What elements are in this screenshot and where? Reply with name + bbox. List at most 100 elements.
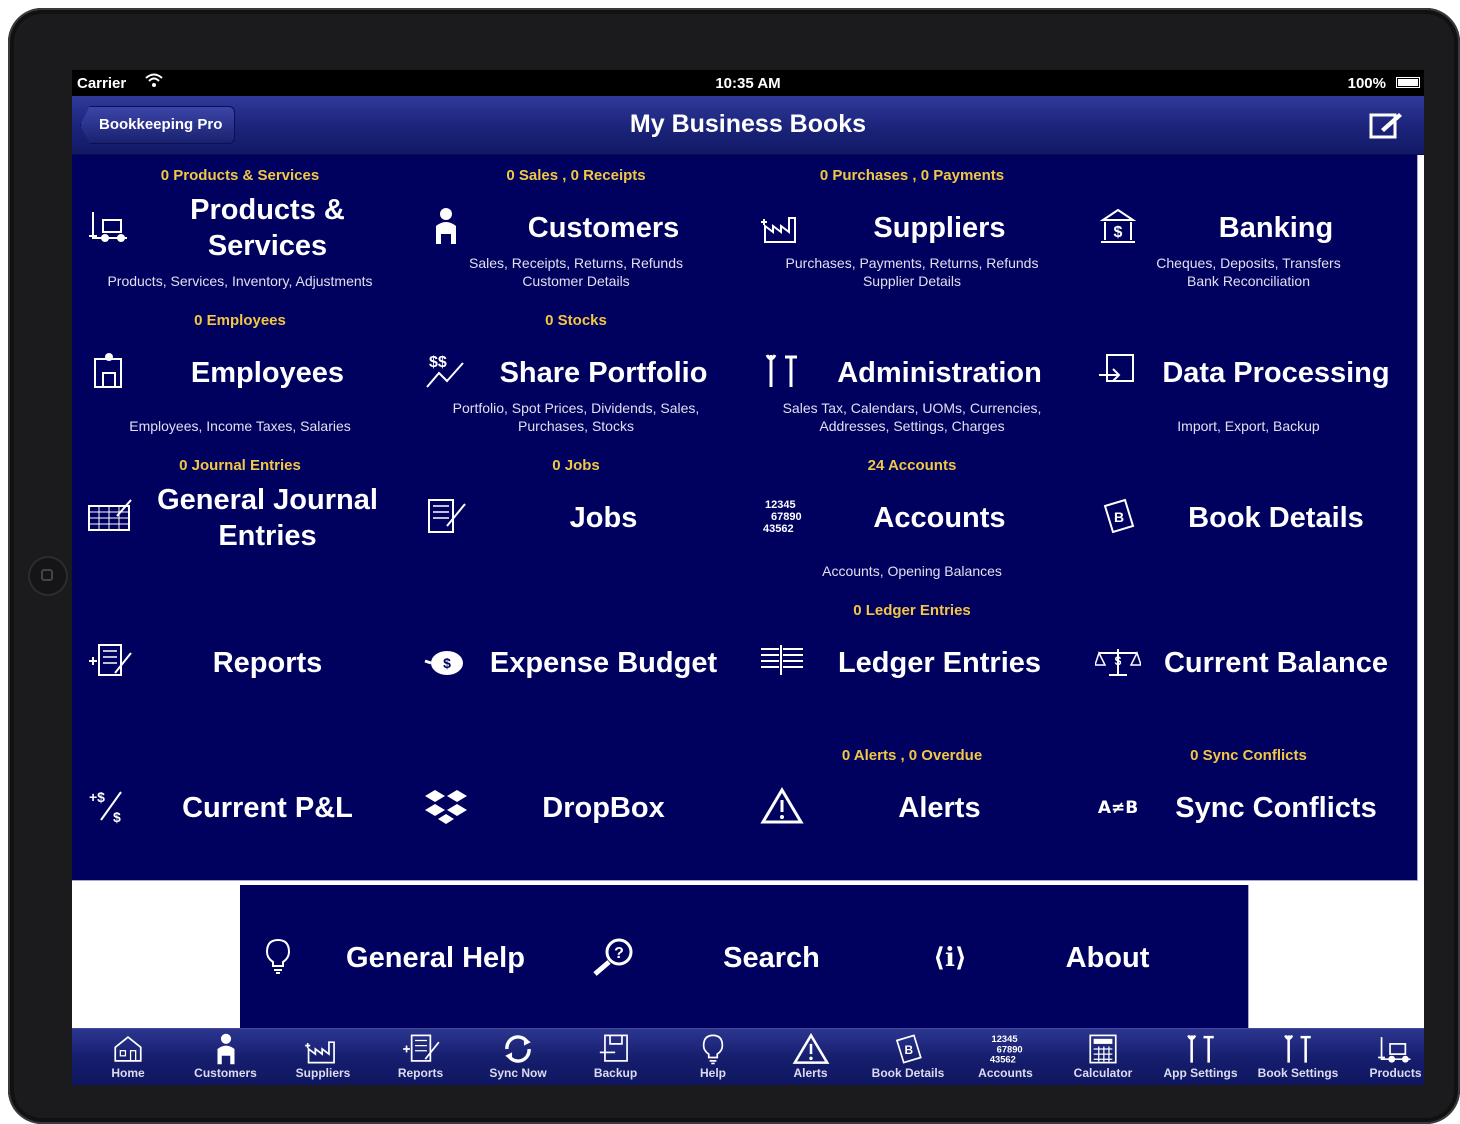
tile-title: Products & Services xyxy=(190,193,345,262)
tile-general-journal[interactable]: 0 Journal Entries General Journal Entries xyxy=(72,445,409,591)
tab-reports[interactable]: Reports xyxy=(373,1029,469,1085)
svg-text:⟨i⟩: ⟨i⟩ xyxy=(933,943,967,973)
tile-current-balance[interactable]: $ Current Balance xyxy=(1080,590,1418,736)
svg-text:43562: 43562 xyxy=(763,523,794,535)
tile-customers[interactable]: 0 Sales , 0 Receipts Customers Sales, Rece… xyxy=(408,155,745,301)
svg-text:+$: +$ xyxy=(89,789,105,805)
tile-dropbox[interactable]: DropBox xyxy=(408,735,745,881)
status-time: 10:35 AM xyxy=(715,75,781,92)
tile-about[interactable]: ⟨i⟩ About xyxy=(912,885,1249,1031)
svg-text:$: $ xyxy=(1114,224,1123,241)
tile-title: About xyxy=(1065,941,1150,974)
calculator-icon xyxy=(1055,1029,1151,1067)
svg-text:B: B xyxy=(1114,509,1124,525)
tile-administration[interactable]: Administration Sales Tax, Calendars, UOMs… xyxy=(744,300,1081,446)
tile-share-portfolio[interactable]: $$ 0 Stocks Share Portfolio Portfolio, Spot… xyxy=(408,300,745,446)
tab-label: Alerts xyxy=(793,1066,828,1080)
tile-title: General Help xyxy=(346,941,525,974)
tile-count: 0 Products & Services xyxy=(160,167,320,184)
tile-accounts[interactable]: 12345 67890 43562 24 Accounts Accounts Accoun… xyxy=(744,445,1081,591)
tab-label: Products xyxy=(1369,1066,1422,1080)
tile-subtitle: Import, Export, Backup xyxy=(1177,418,1320,434)
numbers-icon: 12345 67890 43562 xyxy=(958,1029,1054,1067)
tile-title: Jobs xyxy=(569,501,638,534)
tab-customers[interactable]: Customers xyxy=(178,1029,274,1085)
svg-text:12345: 12345 xyxy=(991,1034,1017,1044)
navigation-bar: Bookkeeping Pro My Business Books xyxy=(72,96,1424,155)
tab-label: Sync Now xyxy=(489,1066,547,1080)
tile-title: Banking xyxy=(1218,211,1334,244)
tile-employees[interactable]: 0 Employees Employees Employees, Income Ta… xyxy=(72,300,409,446)
tab-book-settings[interactable]: Book Settings xyxy=(1250,1029,1346,1085)
tile-title: Sync Conflicts xyxy=(1175,791,1377,824)
tile-data-processing[interactable]: Data Processing Import, Export, Backup xyxy=(1080,300,1418,446)
tile-subtitle: Purchases, Payments, Returns, Refunds Su… xyxy=(785,255,1039,289)
compose-icon[interactable] xyxy=(1368,110,1402,140)
tile-sync-conflicts[interactable]: A≠B 0 Sync Conflicts Sync Conflicts xyxy=(1080,735,1418,881)
tile-jobs[interactable]: 0 Jobs Jobs xyxy=(408,445,745,591)
battery-percent: 100% xyxy=(1347,75,1386,92)
tab-label: Suppliers xyxy=(295,1066,351,1080)
tab-products[interactable]: Products xyxy=(1348,1029,1425,1085)
svg-text:$: $ xyxy=(443,655,451,671)
tile-title: Data Processing xyxy=(1162,356,1390,389)
tile-title: Administration xyxy=(837,356,1042,389)
tab-label: Calculator xyxy=(1073,1066,1133,1080)
forklift-icon xyxy=(1348,1029,1425,1067)
tile-suppliers[interactable]: 0 Purchases , 0 Payments Suppliers Purchas… xyxy=(744,155,1081,301)
tools-icon xyxy=(1153,1029,1249,1067)
tab-help[interactable]: Help xyxy=(665,1029,761,1085)
backup-icon xyxy=(568,1029,664,1067)
tile-subtitle: Cheques, Deposits, Transfers Bank Reconc… xyxy=(1156,255,1341,289)
tile-alerts[interactable]: 0 Alerts , 0 Overdue Alerts xyxy=(744,735,1081,881)
tools-icon xyxy=(1250,1029,1346,1067)
svg-text:B: B xyxy=(905,1043,914,1057)
tab-backup[interactable]: Backup xyxy=(568,1029,664,1085)
home-button[interactable] xyxy=(28,556,68,596)
tile-general-help[interactable]: General Help xyxy=(240,885,577,1031)
tile-ledger-entries[interactable]: 0 Ledger Entries Ledger Entries xyxy=(744,590,1081,736)
ipad-frame: Carrier 10:35 AM 100% Bookkeeping Pro My… xyxy=(8,8,1460,1124)
tile-count: 24 Accounts xyxy=(867,457,957,474)
tab-sync-now[interactable]: Sync Now xyxy=(470,1029,566,1085)
tile-title: Search xyxy=(723,941,820,974)
tile-title: Suppliers xyxy=(873,211,1006,244)
tile-title: Employees xyxy=(190,356,345,389)
tile-title: DropBox xyxy=(542,791,665,824)
home-icon xyxy=(80,1029,176,1067)
svg-text:12345: 12345 xyxy=(765,499,796,511)
tile-expense-budget[interactable]: $ Expense Budget xyxy=(408,590,745,736)
tab-label: Reports xyxy=(397,1066,444,1080)
tile-subtitle: Products, Services, Inventory, Adjustmen… xyxy=(107,273,373,289)
tab-label: Home xyxy=(111,1066,145,1080)
tile-title: Book Details xyxy=(1188,501,1364,534)
screen: Carrier 10:35 AM 100% Bookkeeping Pro My… xyxy=(72,70,1424,1085)
svg-text:A≠B: A≠B xyxy=(1098,798,1138,818)
tab-label: Backup xyxy=(593,1066,638,1080)
tile-banking[interactable]: $ Banking Cheques, Deposits, Transfers Ban… xyxy=(1080,155,1418,301)
tile-count: 0 Employees xyxy=(194,312,286,329)
tab-app-settings[interactable]: App Settings xyxy=(1153,1029,1249,1085)
tab-suppliers[interactable]: Suppliers xyxy=(275,1029,371,1085)
tile-products[interactable]: 0 Products & Services Products & Services… xyxy=(72,155,409,301)
tab-alerts[interactable]: Alerts xyxy=(763,1029,859,1085)
tile-current-pl[interactable]: +$ $ Current P&L xyxy=(72,735,409,881)
tile-reports[interactable]: Reports xyxy=(72,590,409,736)
tile-count: 0 Sync Conflicts xyxy=(1190,747,1307,764)
tab-calculator[interactable]: Calculator xyxy=(1055,1029,1151,1085)
tile-count: 0 Ledger Entries xyxy=(853,602,971,619)
sync-icon xyxy=(470,1029,566,1067)
tile-subtitle: Accounts, Opening Balances xyxy=(822,563,1002,579)
tile-count: 0 Sales , 0 Receipts xyxy=(506,167,646,184)
tab-book-details[interactable]: B Book Details xyxy=(860,1029,956,1085)
bottom-toolbar: Home Customers Suppliers Reports Sync Now Bac… xyxy=(72,1028,1424,1085)
tile-book-details[interactable]: B Book Details xyxy=(1080,445,1418,591)
tile-title: Customers xyxy=(527,211,680,244)
tab-home[interactable]: Home xyxy=(80,1029,176,1085)
tab-accounts[interactable]: 12345 67890 43562 Accounts xyxy=(958,1029,1054,1085)
tab-label: Accounts xyxy=(978,1066,1033,1080)
tab-label: Book Details xyxy=(871,1066,945,1080)
tile-search[interactable]: ? Search xyxy=(576,885,913,1031)
tile-title: Reports xyxy=(212,646,323,679)
book-icon: B xyxy=(860,1029,956,1067)
